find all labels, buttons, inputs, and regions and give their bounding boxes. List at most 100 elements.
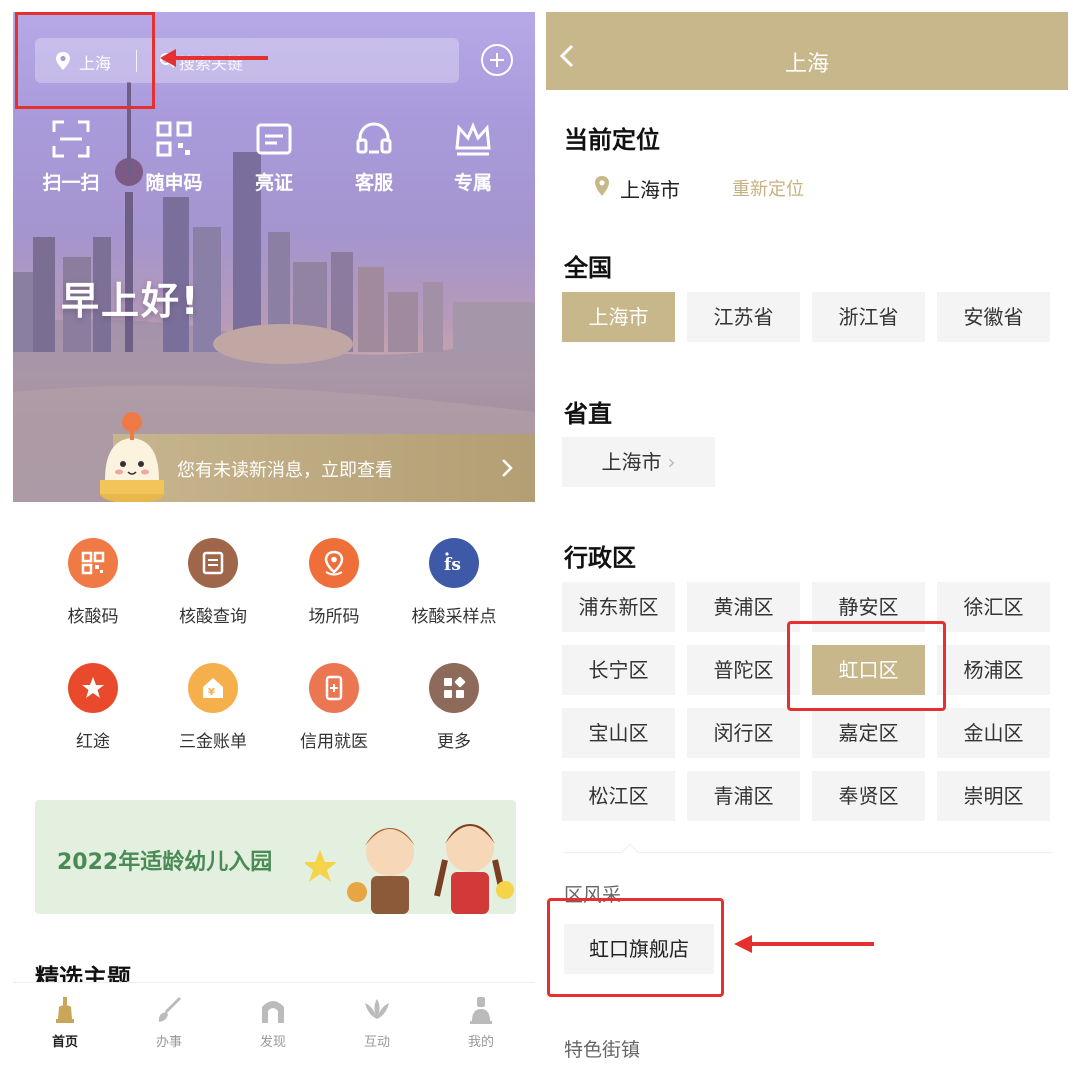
service-red-route[interactable]: 红途 <box>33 663 153 752</box>
district-chip[interactable]: 长宁区 <box>562 645 675 695</box>
svg-text:fs: fs <box>444 555 461 575</box>
more-grid-icon <box>444 676 466 698</box>
nation-heading: 全国 <box>564 254 612 282</box>
tab-label: 办事 <box>155 1035 182 1050</box>
province-chip[interactable]: 江苏省 <box>687 292 800 342</box>
service-icon-bg <box>309 663 359 713</box>
annotation-arrow-icon <box>160 49 268 67</box>
location-pin-icon <box>595 176 609 196</box>
service-icon-bg <box>429 663 479 713</box>
unread-message-text: 您有未读新消息，立即查看 <box>177 460 393 481</box>
current-city[interactable]: 上海市 <box>620 174 680 203</box>
card-icon <box>256 123 292 155</box>
tab-services[interactable]: 办事 <box>117 995 221 1050</box>
district-chip[interactable]: 普陀区 <box>687 645 800 695</box>
phone-icon <box>325 675 343 701</box>
service-label: 三金账单 <box>179 732 247 752</box>
service-label: 场所码 <box>308 607 360 627</box>
province-chip[interactable]: 上海市 <box>562 292 675 342</box>
district-heading: 行政区 <box>564 544 636 572</box>
service-label: 红途 <box>76 732 110 752</box>
chevron-right-icon: › <box>667 450 676 474</box>
money-house-icon: ¥ <box>203 678 223 698</box>
quick-action-label: 专属 <box>453 172 492 194</box>
district-chip[interactable]: 闵行区 <box>687 708 800 758</box>
quick-action-exclusive[interactable]: 专属 <box>433 120 513 200</box>
tab-label: 互动 <box>363 1035 390 1050</box>
district-chip[interactable]: 崇明区 <box>937 771 1050 821</box>
headset-icon <box>356 122 392 154</box>
greeting-text: 早上好! <box>61 279 201 323</box>
featured-towns-heading: 特色街镇 <box>564 1039 641 1061</box>
quick-action-service[interactable]: 客服 <box>334 120 414 200</box>
bottom-tab-bar: 首页 办事 发现 互动 我的 <box>13 982 535 1078</box>
home-screen: 上海 搜索关键 扫一扫 随申码 亮证 客服 专属 早上好! 您有未读新消息，立即… <box>13 12 535 1078</box>
province-direct-chip[interactable]: 上海市 › <box>562 437 715 487</box>
document-icon <box>202 551 224 575</box>
divider-notch <box>621 843 639 861</box>
quick-action-scan[interactable]: 扫一扫 <box>31 120 111 200</box>
service-nucleic-code[interactable]: 核酸码 <box>33 538 153 627</box>
service-nucleic-query[interactable]: 核酸查询 <box>153 538 273 627</box>
district-chip[interactable]: 松江区 <box>562 771 675 821</box>
district-chip[interactable]: 黄浦区 <box>687 582 800 632</box>
district-chip[interactable]: 嘉定区 <box>812 708 925 758</box>
quick-action-label: 客服 <box>354 172 393 194</box>
province-chip[interactable]: 安徽省 <box>937 292 1050 342</box>
home-icon <box>56 997 74 1023</box>
current-location-heading: 当前定位 <box>564 126 660 154</box>
brush-icon <box>158 996 182 1022</box>
service-label: 核酸码 <box>67 607 119 627</box>
district-chip[interactable]: 金山区 <box>937 708 1050 758</box>
city-picker-header: 上海 <box>546 12 1068 90</box>
quick-action-card[interactable]: 亮证 <box>234 120 314 200</box>
service-icon-bg: fs <box>429 538 479 588</box>
tab-discover[interactable]: 发现 <box>221 995 325 1050</box>
tab-mine[interactable]: 我的 <box>429 995 533 1050</box>
service-label: 更多 <box>437 732 471 752</box>
service-credit-medical[interactable]: 信用就医 <box>274 663 394 752</box>
service-label: 核酸采样点 <box>411 607 497 627</box>
annotation-highlight-district <box>787 621 946 711</box>
svg-text:¥: ¥ <box>208 687 215 698</box>
service-venue-code[interactable]: 场所码 <box>274 538 394 627</box>
tab-home[interactable]: 首页 <box>13 995 117 1050</box>
flower-icon <box>365 999 389 1019</box>
service-sampling-site[interactable]: fs 核酸采样点 <box>394 538 514 627</box>
person-icon <box>470 997 492 1024</box>
children-illustration <box>305 824 514 914</box>
unread-message-bar[interactable]: 您有未读新消息，立即查看 <box>113 434 535 502</box>
service-more[interactable]: 更多 <box>394 663 514 752</box>
quick-action-qr[interactable]: 随申码 <box>134 120 214 200</box>
service-label: 核酸查询 <box>179 607 247 627</box>
service-icon-bg <box>68 663 118 713</box>
service-icon-bg <box>309 538 359 588</box>
star-icon <box>82 677 104 698</box>
archway-icon <box>262 1001 284 1023</box>
district-chip[interactable]: 徐汇区 <box>937 582 1050 632</box>
province-chip[interactable]: 浙江省 <box>812 292 925 342</box>
add-button[interactable] <box>481 44 513 76</box>
crown-icon <box>455 122 491 156</box>
tab-label: 我的 <box>467 1035 494 1050</box>
mascot-bun-image <box>100 412 164 502</box>
district-chip[interactable]: 奉贤区 <box>812 771 925 821</box>
chevron-right-icon <box>502 459 513 477</box>
page-title: 上海 <box>784 52 829 77</box>
quick-action-label: 随申码 <box>145 172 203 194</box>
service-icon-bg <box>188 538 238 588</box>
kindergarten-banner[interactable]: 2022年适龄幼儿入园 <box>35 800 516 914</box>
relocate-button[interactable]: 重新定位 <box>732 175 804 201</box>
sampling-icon: fs <box>444 552 461 575</box>
district-chip[interactable]: 宝山区 <box>562 708 675 758</box>
district-chip[interactable]: 浦东新区 <box>562 582 675 632</box>
district-chip[interactable]: 青浦区 <box>687 771 800 821</box>
annotation-highlight-store <box>547 898 724 997</box>
qr-code-icon <box>156 121 192 157</box>
banner-title: 2022年适龄幼儿入园 <box>57 850 273 875</box>
quick-action-label: 扫一扫 <box>42 172 100 194</box>
service-label: 信用就医 <box>300 732 368 752</box>
tab-interact[interactable]: 互动 <box>325 995 429 1050</box>
district-chip[interactable]: 杨浦区 <box>937 645 1050 695</box>
service-three-funds[interactable]: ¥ 三金账单 <box>153 663 273 752</box>
